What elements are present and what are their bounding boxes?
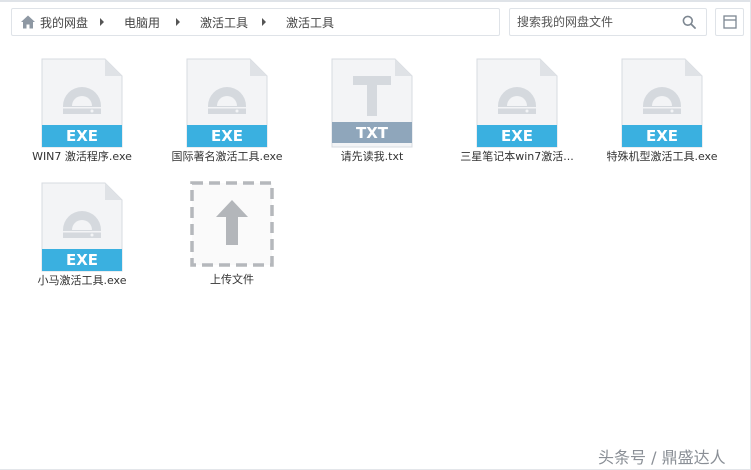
- view-toggle-button[interactable]: [715, 8, 744, 36]
- upload-icon: [190, 181, 274, 267]
- file-name: 请先读我.txt: [340, 150, 404, 163]
- file-name: 特殊机型激活工具.exe: [606, 150, 718, 163]
- file-item[interactable]: EXE 特殊机型激活工具.exe: [597, 58, 727, 166]
- file-type-label: EXE: [646, 127, 678, 145]
- file-name: WIN7 激活程序.exe: [32, 150, 132, 163]
- file-name: 小马激活工具.exe: [37, 274, 127, 287]
- file-name: 三星笔记本win7激活...: [460, 150, 574, 163]
- file-type-label: EXE: [501, 127, 533, 145]
- file-type-label: EXE: [66, 251, 98, 269]
- file-item[interactable]: EXE 国际著名激活工具.exe: [162, 58, 292, 166]
- file-name: 国际著名激活工具.exe: [171, 150, 283, 163]
- upload-label: 上传文件: [210, 273, 254, 286]
- watermark: 头条号 / 鼎盛达人: [598, 448, 726, 467]
- file-item[interactable]: EXE 小马激活工具.exe: [17, 182, 147, 290]
- home-icon[interactable]: [20, 14, 36, 30]
- file-item[interactable]: EXE 三星笔记本win7激活...: [452, 58, 582, 166]
- file-item[interactable]: EXE WIN7 激活程序.exe: [17, 58, 147, 166]
- chevron-right-icon: [100, 18, 105, 26]
- chevron-right-icon: [262, 18, 267, 26]
- view-mode-icon: [722, 15, 737, 29]
- file-item[interactable]: TXT 请先读我.txt: [307, 58, 437, 166]
- exe-file-icon: EXE: [476, 58, 558, 148]
- search-icon[interactable]: [682, 15, 696, 29]
- file-type-label: EXE: [211, 127, 243, 145]
- upload-tile[interactable]: 上传文件: [167, 181, 297, 291]
- chevron-right-icon: [176, 18, 181, 26]
- file-type-label: EXE: [66, 127, 98, 145]
- exe-file-icon: EXE: [621, 58, 703, 148]
- txt-file-icon: TXT: [331, 58, 413, 148]
- breadcrumb-item-activation-tools[interactable]: 激活工具: [200, 14, 248, 31]
- breadcrumb-item-my-drive[interactable]: 我的网盘: [40, 14, 88, 31]
- exe-file-icon: EXE: [41, 58, 123, 148]
- exe-file-icon: EXE: [186, 58, 268, 148]
- search-input[interactable]: [517, 15, 677, 29]
- file-type-label: TXT: [356, 124, 389, 142]
- breadcrumb-item-computer[interactable]: 电脑用: [124, 14, 160, 31]
- exe-file-icon: EXE: [41, 182, 123, 272]
- breadcrumb-item-current[interactable]: 激活工具: [286, 14, 334, 31]
- breadcrumb: 我的网盘 电脑用 激活工具 激活工具: [11, 8, 500, 36]
- search-box: [509, 8, 707, 36]
